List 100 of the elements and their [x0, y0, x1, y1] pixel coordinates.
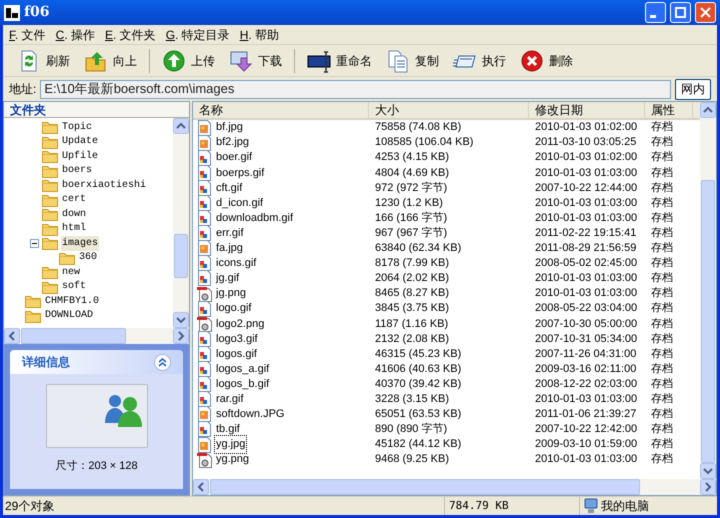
address-field[interactable]: E:\10年最新boersoft.com\images [40, 80, 671, 98]
table-cell-text: 2008-12-22 02:03:00 [535, 376, 638, 392]
table-cell-text: 9468 (9.25 KB) [375, 452, 449, 468]
file-name[interactable]: tb.gif [215, 421, 241, 438]
file-name[interactable]: rar.gif [215, 390, 245, 408]
file-name[interactable]: bf.jpg [215, 119, 244, 136]
table-cell-text: 65051 (63.53 KB) [375, 407, 462, 422]
file-name[interactable]: yg.png [215, 451, 250, 468]
scroll-up-icon[interactable] [173, 118, 189, 134]
column-header[interactable]: 属性 [645, 102, 693, 118]
scroll-right-icon[interactable] [700, 479, 716, 495]
folder-name[interactable]: down [61, 206, 88, 222]
toolbar-button[interactable]: 重命名 [301, 46, 378, 74]
menu-item[interactable]: C. 操作 [56, 26, 96, 44]
scroll-right-icon[interactable] [173, 328, 189, 344]
file-name[interactable]: jg.gif [215, 270, 240, 287]
folder-name[interactable]: images [61, 236, 100, 251]
folder-name[interactable]: CHMFBY1.0 [44, 294, 100, 309]
column-header[interactable]: 名称 [193, 102, 369, 118]
folder-name[interactable]: cert [61, 192, 88, 208]
horizontal-scrollbar[interactable] [193, 479, 716, 495]
status-text: 29个对象 [5, 498, 54, 515]
scroll-down-icon[interactable] [700, 463, 716, 479]
folder-name[interactable]: Update [61, 134, 100, 150]
file-name[interactable]: yg.jpg [215, 436, 246, 453]
vertical-scrollbar[interactable] [173, 118, 189, 328]
column-header[interactable]: 修改日期 [529, 102, 645, 118]
scroll-thumb[interactable] [21, 328, 126, 344]
table-cell-text: 890 (890 字节) [375, 422, 448, 438]
file-name[interactable]: jg.png [215, 285, 247, 302]
file-name[interactable]: fa.jpg [215, 240, 244, 257]
toolbar-button[interactable]: 执行 [447, 46, 512, 74]
folder-name[interactable]: boerxiaotieshi [61, 178, 148, 193]
menu-item[interactable]: F. 文件 [9, 26, 46, 44]
minimize-button[interactable] [645, 2, 666, 23]
file-name[interactable]: logo2.png [215, 316, 266, 332]
file-name[interactable]: boer.gif [215, 149, 254, 166]
table-cell-text: 972 (972 字节) [375, 180, 448, 196]
table-cell-text: 2011-01-06 21:39:27 [535, 407, 636, 422]
toolbar-button[interactable]: 上传 [156, 46, 221, 74]
table-cell-text: 2011-08-29 21:56:59 [535, 241, 636, 256]
file-name[interactable]: logo3.gif [215, 330, 259, 348]
folder-name[interactable]: Upfile [61, 148, 100, 164]
menu-item[interactable]: E. 文件夹 [105, 26, 156, 44]
folder-name[interactable]: DOWNLOAD [44, 308, 94, 324]
file-name[interactable]: boerps.gif [215, 164, 266, 182]
folder-name[interactable]: html [61, 221, 88, 236]
horizontal-scrollbar[interactable] [4, 328, 189, 344]
scroll-thumb[interactable] [701, 180, 715, 463]
scroll-thumb[interactable] [210, 479, 640, 495]
table-cell-text: 存档 [651, 360, 673, 377]
table-cell-text: 40370 (39.42 KB) [375, 376, 462, 392]
file-name[interactable]: softdown.JPG [215, 406, 286, 423]
go-button[interactable]: 网内 [675, 78, 711, 100]
maximize-button[interactable] [670, 2, 691, 23]
file-name[interactable]: cft.gif [215, 180, 244, 196]
file-name[interactable]: logos_a.gif [215, 360, 270, 378]
file-name[interactable]: logos_b.gif [215, 376, 270, 392]
folder-icon [42, 178, 58, 192]
image-file-icon [197, 300, 213, 317]
folder-icon [25, 294, 41, 308]
table-cell-text: 2010-01-03 01:02:00 [535, 150, 638, 166]
toolbar-button[interactable]: 复制 [380, 46, 445, 74]
folder-name[interactable]: Topic [61, 120, 94, 135]
scroll-down-icon[interactable] [173, 312, 189, 328]
toolbar-button[interactable]: 删除 [514, 46, 583, 74]
file-name[interactable]: icons.gif [215, 255, 258, 272]
collapse-chevron-icon[interactable] [154, 354, 171, 370]
close-button[interactable] [695, 2, 716, 23]
vertical-scrollbar[interactable] [700, 102, 716, 479]
table-cell-text: 存档 [651, 119, 673, 136]
file-name[interactable]: logos.gif [215, 346, 258, 362]
table-cell-text: 存档 [651, 390, 673, 407]
image-file-icon [197, 255, 213, 272]
scroll-thumb[interactable] [174, 234, 188, 278]
table-cell-text: 存档 [651, 316, 673, 332]
menu-item[interactable]: H. 帮助 [240, 26, 280, 44]
folder-name[interactable]: soft [61, 279, 88, 294]
folder-name[interactable]: new [61, 264, 82, 280]
file-name[interactable]: bf2.jpg [215, 134, 250, 151]
file-name[interactable]: err.gif [215, 224, 245, 242]
menu-item[interactable]: G. 特定目录 [166, 26, 230, 44]
file-name[interactable]: downloadbm.gif [215, 210, 294, 226]
folder-name[interactable]: boers [61, 163, 94, 178]
file-name[interactable]: d_icon.gif [215, 194, 264, 212]
toolbar-button[interactable]: 刷新 [11, 46, 76, 74]
table-cell-text: 3845 (3.75 KB) [375, 301, 449, 316]
toolbar-button[interactable]: 下载 [223, 46, 288, 74]
scroll-left-icon[interactable] [4, 328, 20, 344]
file-name[interactable]: logo.gif [215, 300, 252, 317]
toolbar-button[interactable]: 向上 [78, 46, 143, 74]
column-header[interactable]: 大小 [369, 102, 529, 118]
collapse-icon[interactable] [30, 238, 39, 248]
scroll-left-icon[interactable] [193, 479, 209, 495]
folder-name[interactable]: 360 [78, 250, 98, 266]
table-cell-text: 存档 [651, 300, 673, 316]
table-cell-text: 存档 [651, 376, 673, 392]
table-cell-text: 1187 (1.16 KB) [375, 316, 448, 332]
scroll-up-icon[interactable] [700, 102, 716, 118]
close-circle-icon [520, 48, 544, 72]
